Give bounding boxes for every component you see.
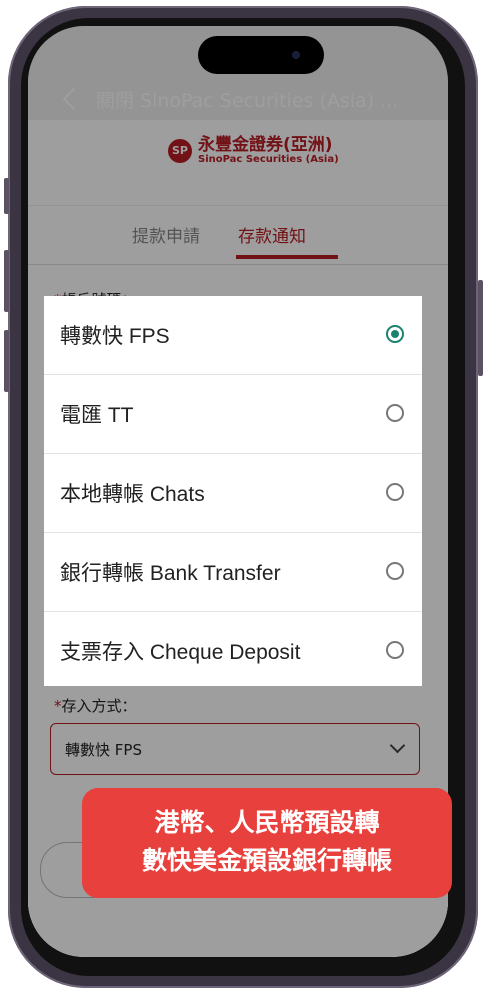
radio-icon[interactable] <box>386 562 404 580</box>
option-cheque-deposit[interactable]: 支票存入 Cheque Deposit <box>44 612 422 690</box>
option-fps[interactable]: 轉數快 FPS <box>44 296 422 375</box>
radio-icon[interactable] <box>386 483 404 501</box>
option-chats[interactable]: 本地轉帳 Chats <box>44 454 422 533</box>
banner-line-1: 港幣、人民幣預設轉 <box>154 808 380 837</box>
banner-line-2: 數快美金預設銀行轉帳 <box>141 846 392 875</box>
silent-switch <box>4 178 9 214</box>
radio-icon[interactable] <box>386 641 404 659</box>
annotation-banner: 港幣、人民幣預設轉 數快美金預設銀行轉帳 <box>82 788 452 898</box>
option-label: 電匯 TT <box>60 404 134 427</box>
option-label: 支票存入 Cheque Deposit <box>60 641 301 664</box>
radio-selected-icon[interactable] <box>386 325 404 343</box>
option-label: 銀行轉帳 Bank Transfer <box>60 562 281 585</box>
volume-down-button <box>4 330 9 392</box>
deposit-method-dialog: 轉數快 FPS 電匯 TT 本地轉帳 Chats 銀行轉帳 Bank Trans… <box>44 296 422 686</box>
power-button <box>478 280 483 376</box>
dynamic-island <box>198 36 324 74</box>
radio-icon[interactable] <box>386 404 404 422</box>
option-bank-transfer[interactable]: 銀行轉帳 Bank Transfer <box>44 533 422 612</box>
option-tt[interactable]: 電匯 TT <box>44 375 422 454</box>
option-label: 轉數快 FPS <box>60 325 170 348</box>
volume-up-button <box>4 250 9 312</box>
option-label: 本地轉帳 Chats <box>60 483 205 506</box>
camera-icon <box>292 51 300 59</box>
